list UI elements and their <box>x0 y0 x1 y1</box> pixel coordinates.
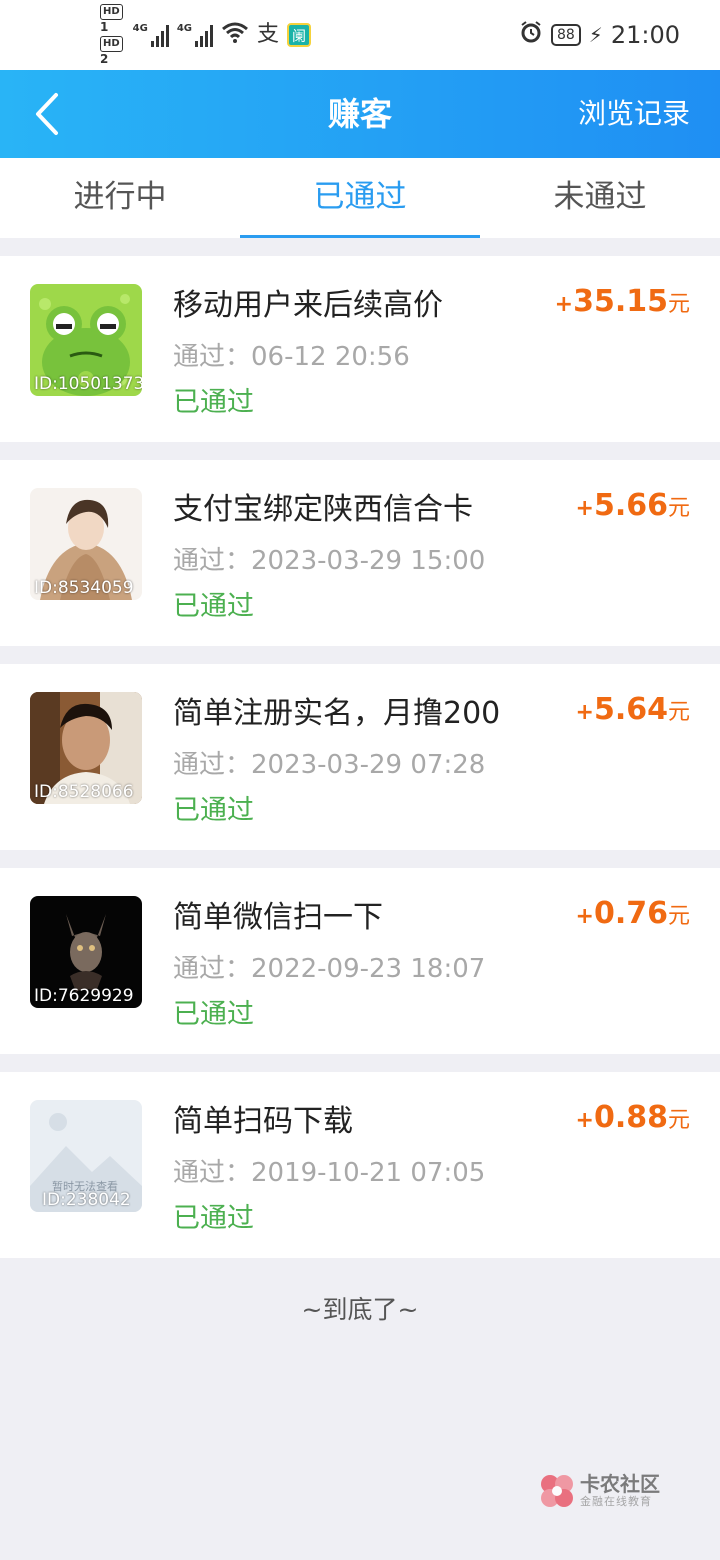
watermark-text: 卡农社区 金融在线教育 <box>580 1473 660 1509</box>
task-title: 支付宝绑定陕西信合卡 <box>173 492 473 527</box>
task-card[interactable]: ID:10501373 移动用户来后续高价 通过：06-12 20:56 已通过… <box>0 256 720 442</box>
task-reward: +5.64 元 <box>576 692 690 727</box>
reward-amount: 5.66 <box>593 488 668 523</box>
status-right: 88 ⚡ 21:00 <box>519 20 680 50</box>
clock: 21:00 <box>610 21 680 49</box>
signal-1-icon: 4G <box>133 23 169 47</box>
reward-amount: 0.88 <box>593 1100 668 1135</box>
reward-unit: 元 <box>667 292 690 317</box>
thumbnail-id: ID:7629929 <box>34 986 134 1006</box>
alarm-icon <box>519 20 543 50</box>
reward-plus: + <box>575 496 594 521</box>
task-reward: +5.66 元 <box>576 488 690 523</box>
task-status: 已通过 <box>173 1203 254 1234</box>
task-card[interactable]: ID:8534059 支付宝绑定陕西信合卡 通过：2023-03-29 15:0… <box>0 460 720 646</box>
task-title: 简单微信扫一下 <box>173 900 383 935</box>
tab-passed[interactable]: 已通过 <box>240 158 480 238</box>
alipay-notification-icon: 支 <box>257 22 280 47</box>
back-button[interactable] <box>22 88 72 140</box>
task-pass-time: 通过：2022-09-23 18:07 <box>173 954 486 984</box>
task-card[interactable]: ID:7629929 简单微信扫一下 通过：2022-09-23 18:07 已… <box>0 868 720 1054</box>
task-thumbnail: ID:10501373 <box>30 284 142 396</box>
reward-amount: 0.76 <box>593 896 668 931</box>
task-pass-time: 通过：2023-03-29 07:28 <box>173 750 486 780</box>
reward-unit: 元 <box>667 1108 690 1133</box>
task-thumbnail: ID:8534059 <box>30 488 142 600</box>
signal-2-label: 4G <box>176 23 193 34</box>
watermark-main: 卡农社区 <box>580 1472 660 1496</box>
watermark: 卡农社区 金融在线教育 <box>538 1470 668 1512</box>
signal-2-icon: 4G <box>176 23 214 47</box>
task-pass-time: 通过：2023-03-29 15:00 <box>173 546 486 576</box>
status-bar: HD 1 HD 2 4G 4G 支 阑 88 ⚡ 21:00 <box>0 0 720 70</box>
status-tabs: 进行中 已通过 未通过 <box>0 158 720 238</box>
task-status: 已通过 <box>173 591 254 622</box>
thumbnail-id: ID:238042 <box>42 1190 131 1210</box>
reward-amount: 35.15 <box>573 284 668 319</box>
battery-icon: 88 <box>550 24 581 46</box>
task-reward: +0.76 元 <box>576 896 690 931</box>
kanong-logo-icon <box>541 1475 573 1507</box>
task-card[interactable]: ID:8528066 简单注册实名，月撸200 通过：2023-03-29 07… <box>0 664 720 850</box>
hd1-num: 1 <box>100 20 109 34</box>
status-left: HD 1 HD 2 4G 4G 支 阑 <box>100 4 312 66</box>
tab-in-progress[interactable]: 进行中 <box>0 158 240 238</box>
hd2-num: 2 <box>100 52 109 66</box>
task-thumbnail: ID:8528066 <box>30 692 142 804</box>
app-header: 赚客 浏览记录 <box>0 70 720 158</box>
task-reward: +35.15 元 <box>555 284 690 319</box>
task-pass-time: 通过：06-12 20:56 <box>173 342 410 372</box>
task-status: 已通过 <box>173 387 254 418</box>
task-pass-time: 通过：2019-10-21 07:05 <box>173 1158 486 1188</box>
reward-unit: 元 <box>667 496 690 521</box>
reward-amount: 5.64 <box>593 692 668 727</box>
charging-icon: ⚡ <box>588 23 603 47</box>
browse-history-link[interactable]: 浏览记录 <box>578 70 690 158</box>
tab-failed[interactable]: 未通过 <box>480 158 720 238</box>
list-end-note: ~到底了~ <box>301 1295 419 1324</box>
thumbnail-id: ID:8528066 <box>34 782 134 802</box>
reward-plus: + <box>554 292 574 317</box>
task-card[interactable]: 暂时无法查看 ID:238042 简单扫码下载 通过：2019-10-21 07… <box>0 1072 720 1258</box>
hd2-tag: HD <box>100 36 123 52</box>
reward-plus: + <box>575 904 594 929</box>
task-title: 简单扫码下载 <box>173 1104 353 1139</box>
task-list: ID:10501373 移动用户来后续高价 通过：06-12 20:56 已通过… <box>0 256 720 1276</box>
task-reward: +0.88 元 <box>576 1100 690 1135</box>
reward-plus: + <box>575 1108 594 1133</box>
signal-1-label: 4G <box>132 23 148 34</box>
task-status: 已通过 <box>173 795 254 826</box>
task-thumbnail: 暂时无法查看 ID:238042 <box>30 1100 142 1212</box>
back-arrow-icon <box>36 93 58 135</box>
task-title: 移动用户来后续高价 <box>173 288 443 323</box>
watermark-sub: 金融在线教育 <box>580 1495 652 1508</box>
task-title: 简单注册实名，月撸200 <box>173 696 501 731</box>
thumbnail-id: ID:10501373 <box>34 374 142 394</box>
reward-plus: + <box>575 700 594 725</box>
task-thumbnail: ID:7629929 <box>30 896 142 1008</box>
hd-indicators: HD 1 HD 2 <box>100 4 125 66</box>
reward-unit: 元 <box>667 904 690 929</box>
thumbnail-id: ID:8534059 <box>34 578 134 598</box>
wifi-icon <box>221 21 249 49</box>
reward-unit: 元 <box>667 700 690 725</box>
task-status: 已通过 <box>173 999 254 1030</box>
app-notification-icon: 阑 <box>287 23 312 47</box>
hd1-tag: HD <box>100 4 123 20</box>
